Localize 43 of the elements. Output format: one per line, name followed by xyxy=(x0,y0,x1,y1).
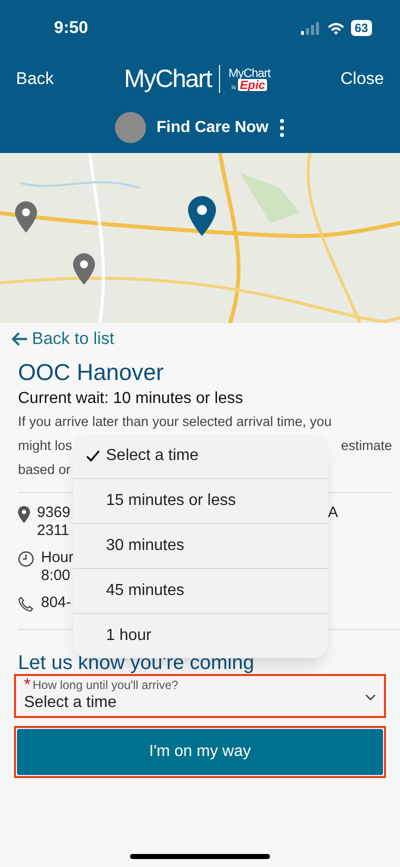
note-text: estimate xyxy=(340,437,392,455)
note-text: If you arrive later than your selected arrival time, you xyxy=(18,413,332,431)
detail-text: 804- xyxy=(41,594,72,612)
detail-text: A xyxy=(328,504,338,522)
detail-text: 2311 xyxy=(37,522,70,540)
battery-indicator: 63 xyxy=(350,20,372,36)
map-pin-icon[interactable] xyxy=(73,253,95,285)
logo-wordmark: MyChart xyxy=(124,64,212,94)
checkmark-icon xyxy=(86,450,100,462)
page-title: Find Care Now xyxy=(156,118,268,136)
required-mark: * xyxy=(24,679,31,691)
signal-icon xyxy=(300,22,321,34)
back-button[interactable]: Back xyxy=(16,69,54,89)
chevron-down-icon xyxy=(365,694,376,701)
wifi-icon xyxy=(326,22,345,34)
note-text: based or xyxy=(18,461,71,479)
close-button[interactable]: Close xyxy=(340,69,384,89)
current-wait: Current wait: 10 minutes or less xyxy=(18,390,244,408)
dropdown-option[interactable]: 30 minutes xyxy=(73,523,328,568)
arrow-left-icon xyxy=(10,331,28,347)
arrival-time-select[interactable]: *How long until you'll arrive? Select a time xyxy=(14,674,386,718)
more-icon[interactable] xyxy=(278,118,284,138)
status-time: 9:50 xyxy=(54,18,88,38)
note-text: might los xyxy=(18,437,72,455)
back-to-list-link[interactable]: Back to list xyxy=(10,323,114,349)
logo-subtitle: MyChart xyxy=(228,67,270,79)
detail-text: Hour xyxy=(41,549,74,567)
dropdown-option[interactable]: Select a time xyxy=(73,434,328,478)
location-name: OOC Hanover xyxy=(18,359,165,386)
dropdown-option[interactable]: 15 minutes or less xyxy=(73,478,328,523)
on-my-way-button[interactable]: I'm on my way xyxy=(17,729,383,775)
map-pin-icon[interactable] xyxy=(188,196,216,236)
logo-brand: Epic xyxy=(238,79,268,91)
field-value: Select a time xyxy=(24,694,116,712)
location-pin-icon xyxy=(18,506,30,523)
clock-icon xyxy=(18,551,34,567)
field-label: How long until you'll arrive? xyxy=(32,678,178,692)
map-pin-icon[interactable] xyxy=(15,201,37,233)
dropdown-option[interactable]: 45 minutes xyxy=(73,568,328,613)
phone-icon xyxy=(18,596,34,612)
detail-text: 9369 xyxy=(37,504,70,522)
avatar xyxy=(115,112,146,143)
detail-text: 8:00 xyxy=(41,567,70,585)
